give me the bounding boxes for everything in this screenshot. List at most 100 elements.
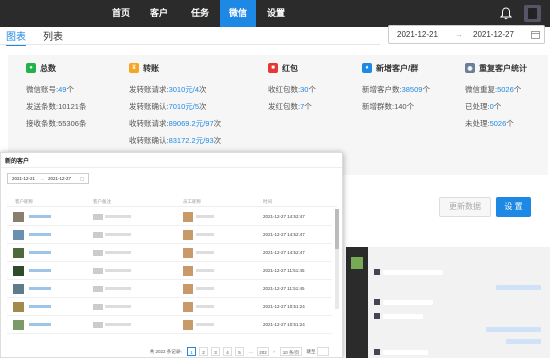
nav-tasks[interactable]: 任务 — [182, 0, 218, 27]
staff-avatar — [183, 266, 193, 276]
staff-avatar — [183, 320, 193, 330]
page-4[interactable]: 4 — [223, 347, 232, 356]
stat-row: 发转账确认:7010元/5次 — [129, 102, 207, 111]
staff-nick — [196, 287, 214, 290]
col-staff-nick: 员工昵称 — [183, 199, 201, 204]
prev-page-icon[interactable]: ‹ — [178, 347, 184, 356]
table-row[interactable]: 2021-12-27 10:51:24 — [7, 316, 332, 334]
tab-chart[interactable]: 图表 — [6, 28, 26, 46]
stat-row: 收红包数:30个 — [268, 85, 316, 94]
next-page-icon[interactable]: › — [271, 347, 277, 356]
staff-nick — [196, 305, 214, 308]
stats-redpacket-title: 红包 — [282, 63, 298, 73]
row-time: 2021-12-27 14:52:47 — [263, 250, 305, 255]
row-time: 2021-12-27 14:52:47 — [263, 214, 305, 219]
table-row[interactable]: 2021-12-27 10:51:24 — [7, 298, 332, 316]
col-customer-nick: 客户昵称 — [15, 199, 33, 204]
staff-nick — [196, 215, 214, 218]
customer-nick — [29, 233, 51, 236]
page-2[interactable]: 2 — [199, 347, 208, 356]
customer-nick — [29, 287, 51, 290]
row-time: 2021-12-27 11:51:45 — [263, 286, 305, 291]
user-avatar[interactable] — [524, 5, 541, 22]
chat-sidebar — [346, 247, 368, 358]
stats-total: ● 总数 微信账号:49个 发送条数:10121条 接收条数:55306条 — [26, 61, 131, 132]
chat-bubble — [496, 285, 541, 290]
stats-new-title: 新增客户/群 — [376, 63, 419, 73]
table-row[interactable]: 2021-12-27 14:52:47 — [7, 244, 332, 262]
page-last[interactable]: 202 — [257, 347, 269, 356]
page-size-select[interactable]: 10 条/页 — [280, 347, 302, 356]
goto-label: 跳至 — [306, 349, 316, 354]
row-time: 2021-12-27 14:52:47 — [263, 232, 305, 237]
chat-bubble — [383, 300, 433, 305]
date-separator: → — [455, 30, 463, 39]
date-range-picker[interactable]: 2021-12-21 → 2021-12-27 — [388, 25, 545, 44]
stats-duplicates: ◉ 重复客户统计 微信重复:5026个 已处理:0个 未处理:5026个 — [465, 61, 550, 132]
chat-avatar — [374, 299, 380, 305]
customer-remark — [93, 214, 103, 220]
stats-redpacket: ■ 红包 收红包数:30个 发红包数:7个 — [268, 61, 373, 115]
chat-avatar — [374, 269, 380, 275]
chat-avatar — [374, 313, 380, 319]
nav-home[interactable]: 首页 — [103, 0, 139, 27]
settings-button[interactable]: 设 置 — [496, 197, 531, 217]
customer-remark — [105, 233, 131, 236]
table-row[interactable]: 2021-12-27 14:52:47 — [7, 226, 332, 244]
chat-bubble — [383, 314, 423, 319]
nav-wechat[interactable]: 微信 — [220, 0, 256, 27]
redpacket-icon: ■ — [268, 63, 278, 73]
customer-remark — [93, 286, 103, 292]
table-header: 客户昵称 客户备注 员工昵称 时间 — [7, 197, 337, 207]
customer-avatar — [13, 230, 24, 240]
date-end: 2021-12-27 — [473, 30, 514, 39]
chat-bubble — [486, 327, 541, 332]
customer-avatar — [13, 284, 24, 294]
tab-list[interactable]: 列表 — [43, 28, 63, 43]
customer-remark — [105, 323, 131, 326]
stats-transfer: ¥ 转账 发转账请求:3010元/4次 发转账确认:7010元/5次 收转账请求… — [129, 61, 234, 149]
stat-row: 新增群数:140个 — [362, 102, 415, 111]
staff-nick — [196, 269, 214, 272]
customer-avatar — [13, 212, 24, 222]
nav-settings[interactable]: 设置 — [258, 0, 294, 27]
stat-row: 发送条数:10121条 — [26, 102, 87, 111]
customer-remark — [93, 304, 103, 310]
page-ellipsis[interactable]: ... — [247, 347, 255, 356]
stat-row: 发红包数:7个 — [268, 102, 312, 111]
page-1[interactable]: 1 — [187, 347, 196, 356]
customer-remark — [105, 215, 131, 218]
modal-date-sep: → — [40, 176, 45, 181]
row-time: 2021-12-27 11:51:45 — [263, 268, 305, 273]
customer-remark — [93, 322, 103, 328]
chat-bubble — [506, 339, 541, 344]
stat-row: 新增客户数:38509个 — [362, 85, 430, 94]
chat-avatar — [374, 349, 380, 355]
stats-dup-title: 重复客户统计 — [479, 63, 527, 73]
transfer-icon: ¥ — [129, 63, 139, 73]
customer-remark — [105, 305, 131, 308]
modal-title: 新的客户 — [5, 159, 30, 165]
stat-row: 收转账确认:83172.2元/93次 — [129, 136, 222, 145]
nav-customers[interactable]: 客户 — [141, 0, 177, 27]
stat-row: 已处理:0个 — [465, 102, 502, 111]
stats-total-title: 总数 — [40, 63, 56, 73]
customer-nick — [29, 269, 51, 272]
customer-remark — [105, 269, 131, 272]
table-row[interactable]: 2021-12-27 11:51:45 — [7, 280, 332, 298]
page-3[interactable]: 3 — [211, 347, 220, 356]
modal-date-picker[interactable]: 2021-12-21 → 2021-12-27 ▢ — [7, 173, 89, 184]
staff-avatar — [183, 284, 193, 294]
top-navbar: 首页 客户 任务 微信 设置 — [0, 0, 550, 27]
modal-date-end: 2021-12-27 — [48, 176, 72, 181]
table-scrollbar-thumb[interactable] — [335, 209, 339, 249]
tab-divider — [0, 44, 380, 45]
table-row[interactable]: 2021-12-27 14:52:47 — [7, 208, 332, 226]
table-row[interactable]: 2021-12-27 11:51:45 — [7, 262, 332, 280]
stat-row: 未处理:5026个 — [465, 119, 514, 128]
refresh-data-button[interactable]: 更新数据 — [439, 197, 491, 217]
goto-input[interactable] — [317, 347, 329, 356]
col-customer-remark: 客户备注 — [93, 199, 111, 204]
bell-icon[interactable] — [500, 7, 512, 20]
page-5[interactable]: 5 — [235, 347, 244, 356]
